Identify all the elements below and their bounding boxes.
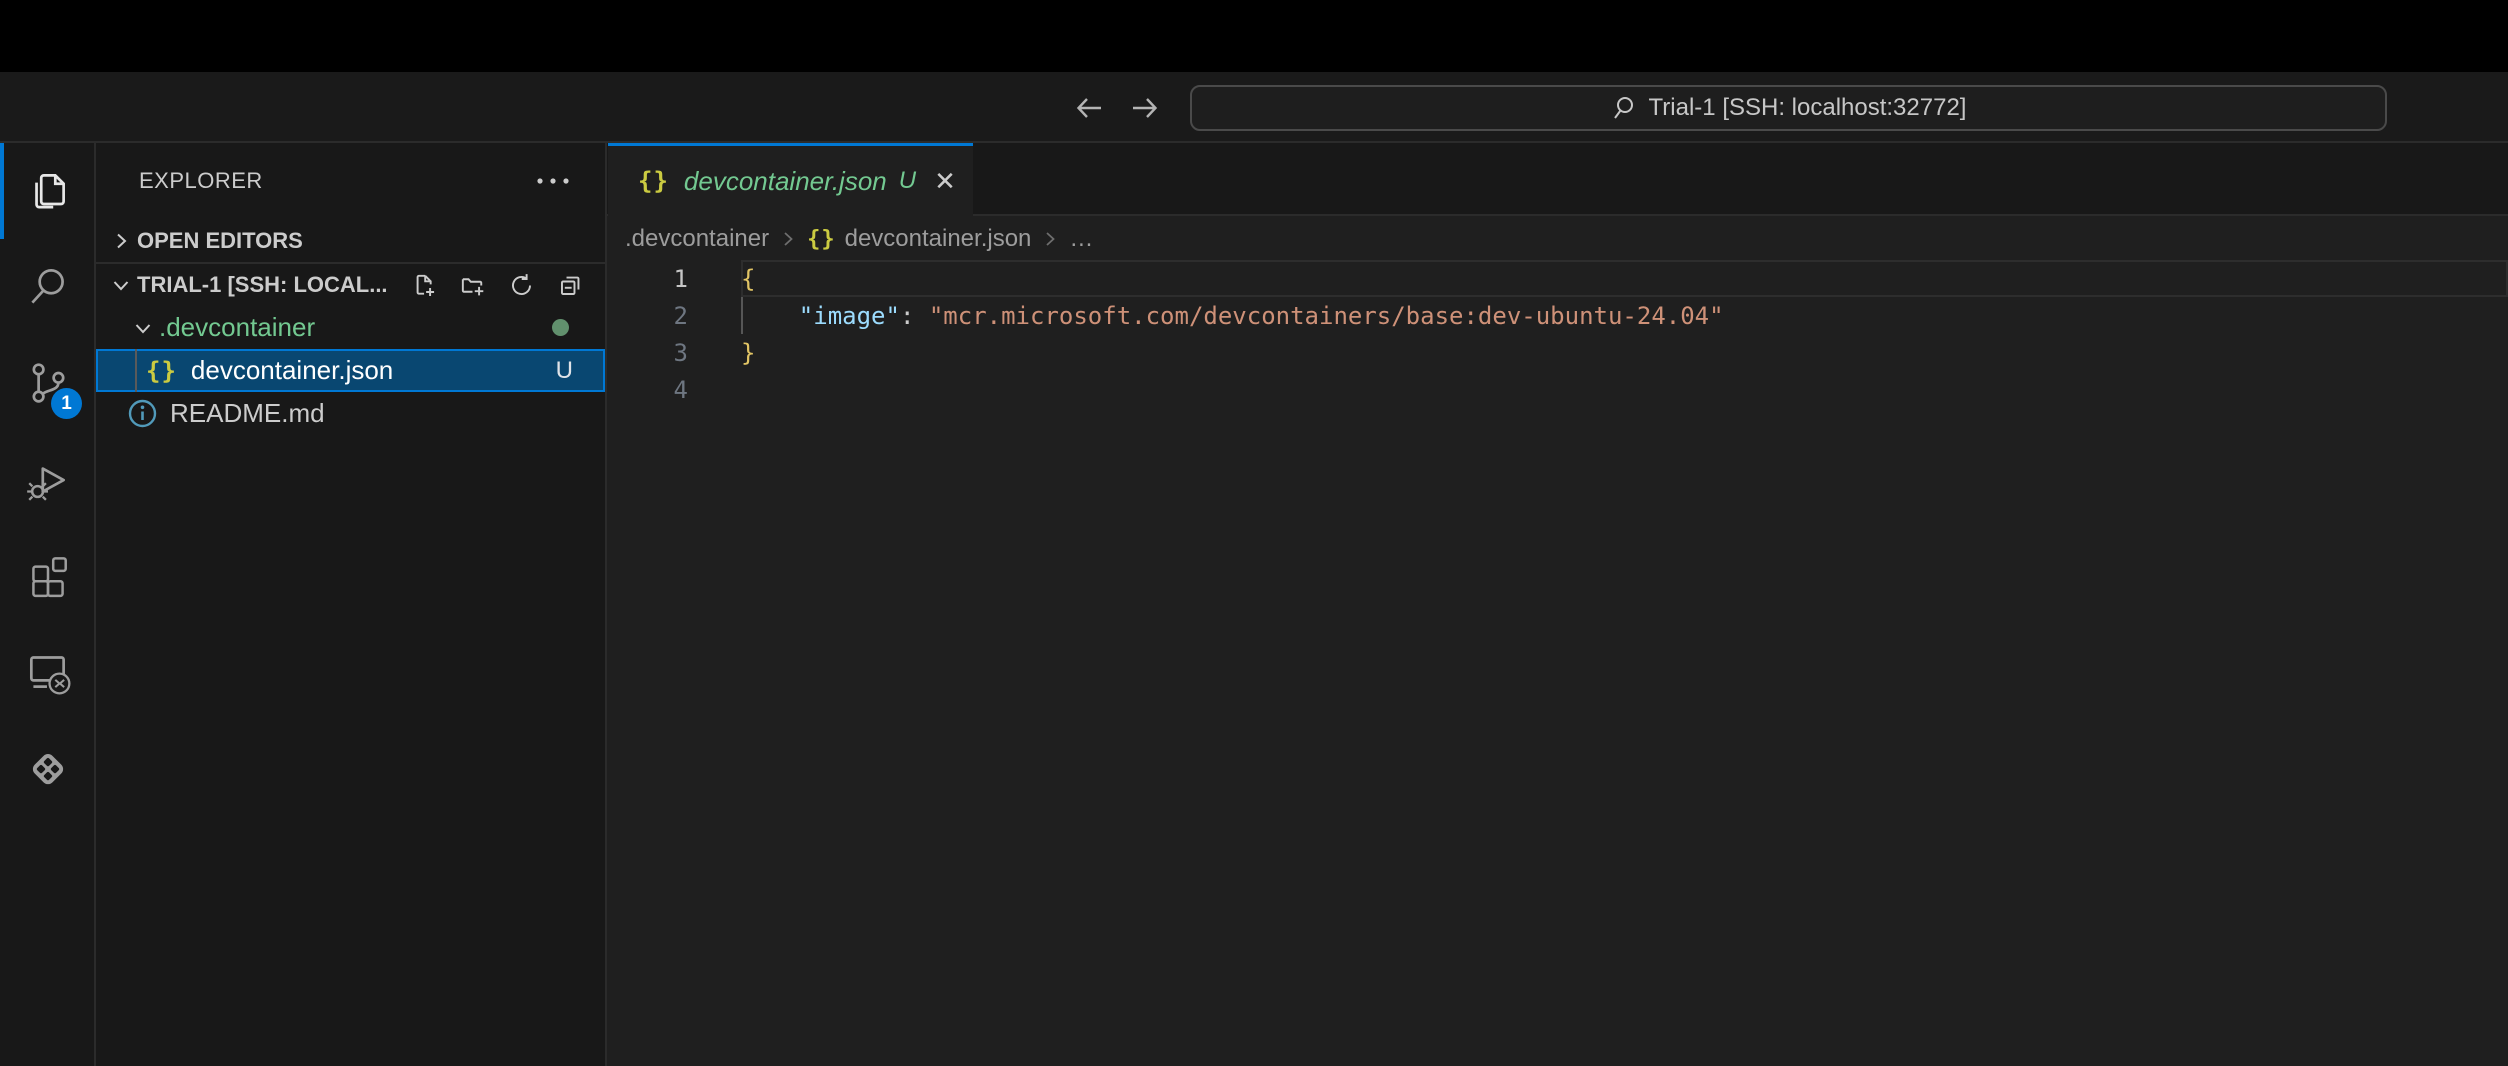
- tree-indent-guide: [135, 349, 137, 392]
- line-number[interactable]: 2: [607, 302, 688, 330]
- files-icon: [23, 166, 73, 216]
- sidebar-header: EXPLORER: [96, 143, 605, 219]
- line-number[interactable]: 1: [607, 265, 688, 293]
- chevron-right-icon: [1040, 229, 1060, 249]
- open-editors-label: OPEN EDITORS: [137, 228, 303, 254]
- arrow-right-icon: [1128, 91, 1162, 125]
- tab-devcontainer-json[interactable]: {} devcontainer.json U ✕: [608, 143, 973, 216]
- file-name: README.md: [170, 398, 325, 429]
- code-line-content: {: [741, 265, 755, 293]
- command-center-label: Trial-1 [SSH: localhost:32772]: [1649, 94, 1967, 122]
- json-file-icon: {}: [638, 167, 669, 195]
- tab-label: devcontainer.json: [684, 166, 887, 197]
- breadcrumb: .devcontainer {} devcontainer.json …: [607, 218, 2508, 260]
- tree-item-devcontainer-folder[interactable]: .devcontainer: [96, 306, 605, 349]
- code-line[interactable]: 4: [607, 371, 2508, 408]
- command-center-search[interactable]: Trial-1 [SSH: localhost:32772]: [1190, 85, 2387, 131]
- editor-group: {} devcontainer.json U ✕ .devcontainer {…: [607, 143, 2508, 1066]
- ellipsis-icon: [535, 175, 571, 187]
- activity-source-control-button[interactable]: 1: [0, 335, 96, 431]
- explorer-sidebar: EXPLORER OPEN EDITORS TRIAL-1 [SSH: LOCA…: [96, 143, 607, 1066]
- chevron-down-icon: [110, 274, 132, 296]
- file-name: devcontainer.json: [191, 355, 393, 386]
- navigate-forward-button[interactable]: [1128, 91, 1162, 125]
- line-number[interactable]: 3: [607, 339, 688, 367]
- extensions-icon: [23, 550, 73, 600]
- search-icon: [1611, 95, 1637, 121]
- activity-remote-explorer-button[interactable]: [0, 623, 96, 719]
- sidebar-title: EXPLORER: [139, 168, 263, 194]
- chevron-right-icon: [110, 230, 132, 252]
- collapse-all-button[interactable]: [558, 273, 583, 298]
- workspace-section-header[interactable]: TRIAL-1 [SSH: LOCAL...: [96, 264, 605, 306]
- activity-search-button[interactable]: [0, 239, 96, 335]
- new-file-button[interactable]: [411, 273, 436, 298]
- git-untracked-badge: U: [556, 357, 573, 385]
- navigate-back-button[interactable]: [1072, 91, 1106, 125]
- code-line-content: }: [741, 339, 755, 367]
- code-editor[interactable]: 1{2 "image": "mcr.microsoft.com/devconta…: [607, 260, 2508, 1066]
- chevron-right-icon: [778, 229, 798, 249]
- activity-extensions-button[interactable]: [0, 527, 96, 623]
- tree-item-devcontainer-json[interactable]: {} devcontainer.json U: [96, 349, 605, 392]
- workspace-actions: [411, 273, 583, 298]
- info-file-icon: [127, 398, 158, 429]
- activity-dev-containers-button[interactable]: [0, 719, 96, 815]
- tree-item-readme[interactable]: README.md: [96, 392, 605, 435]
- magnifier-icon: [23, 262, 73, 312]
- line-number[interactable]: 4: [607, 376, 688, 404]
- activity-bar: 1: [0, 143, 96, 1066]
- debug-icon: [23, 454, 73, 504]
- remote-explorer-icon: [23, 646, 73, 696]
- explorer-more-actions-button[interactable]: [533, 167, 573, 195]
- breadcrumb-file[interactable]: devcontainer.json: [845, 225, 1032, 253]
- code-lines: 1{2 "image": "mcr.microsoft.com/devconta…: [607, 260, 2508, 408]
- dev-containers-icon: [23, 742, 73, 792]
- activity-run-debug-button[interactable]: [0, 431, 96, 527]
- workspace-label: TRIAL-1 [SSH: LOCAL...: [137, 272, 388, 298]
- tab-bar: {} devcontainer.json U ✕: [607, 143, 2508, 216]
- breadcrumb-folder[interactable]: .devcontainer: [625, 225, 769, 253]
- source-control-badge: 1: [51, 388, 82, 419]
- refresh-button[interactable]: [509, 273, 534, 298]
- code-line[interactable]: 1{: [607, 260, 2508, 297]
- open-editors-section-header[interactable]: OPEN EDITORS: [96, 219, 605, 262]
- arrow-left-icon: [1072, 91, 1106, 125]
- json-file-icon: {}: [146, 357, 177, 385]
- tab-untracked-badge: U: [899, 167, 916, 195]
- code-line[interactable]: 3}: [607, 334, 2508, 371]
- json-file-icon: {}: [807, 227, 836, 252]
- git-modified-dot-badge: [552, 319, 569, 336]
- new-folder-button[interactable]: [460, 273, 485, 298]
- chevron-down-icon: [132, 317, 154, 339]
- folder-name: .devcontainer: [159, 312, 315, 343]
- active-item-indicator: [0, 143, 4, 239]
- title-bar: Trial-1 [SSH: localhost:32772]: [0, 72, 2508, 143]
- code-line[interactable]: 2 "image": "mcr.microsoft.com/devcontain…: [607, 297, 2508, 334]
- tab-close-button[interactable]: ✕: [934, 168, 956, 194]
- screen-top-strip: [0, 0, 2508, 72]
- breadcrumb-symbol-ellipsis[interactable]: …: [1069, 225, 1093, 253]
- vscode-window: Trial-1 [SSH: localhost:32772]: [0, 0, 2508, 1066]
- activity-explorer-button[interactable]: [0, 143, 96, 239]
- code-line-content: "image": "mcr.microsoft.com/devcontainer…: [741, 302, 1724, 330]
